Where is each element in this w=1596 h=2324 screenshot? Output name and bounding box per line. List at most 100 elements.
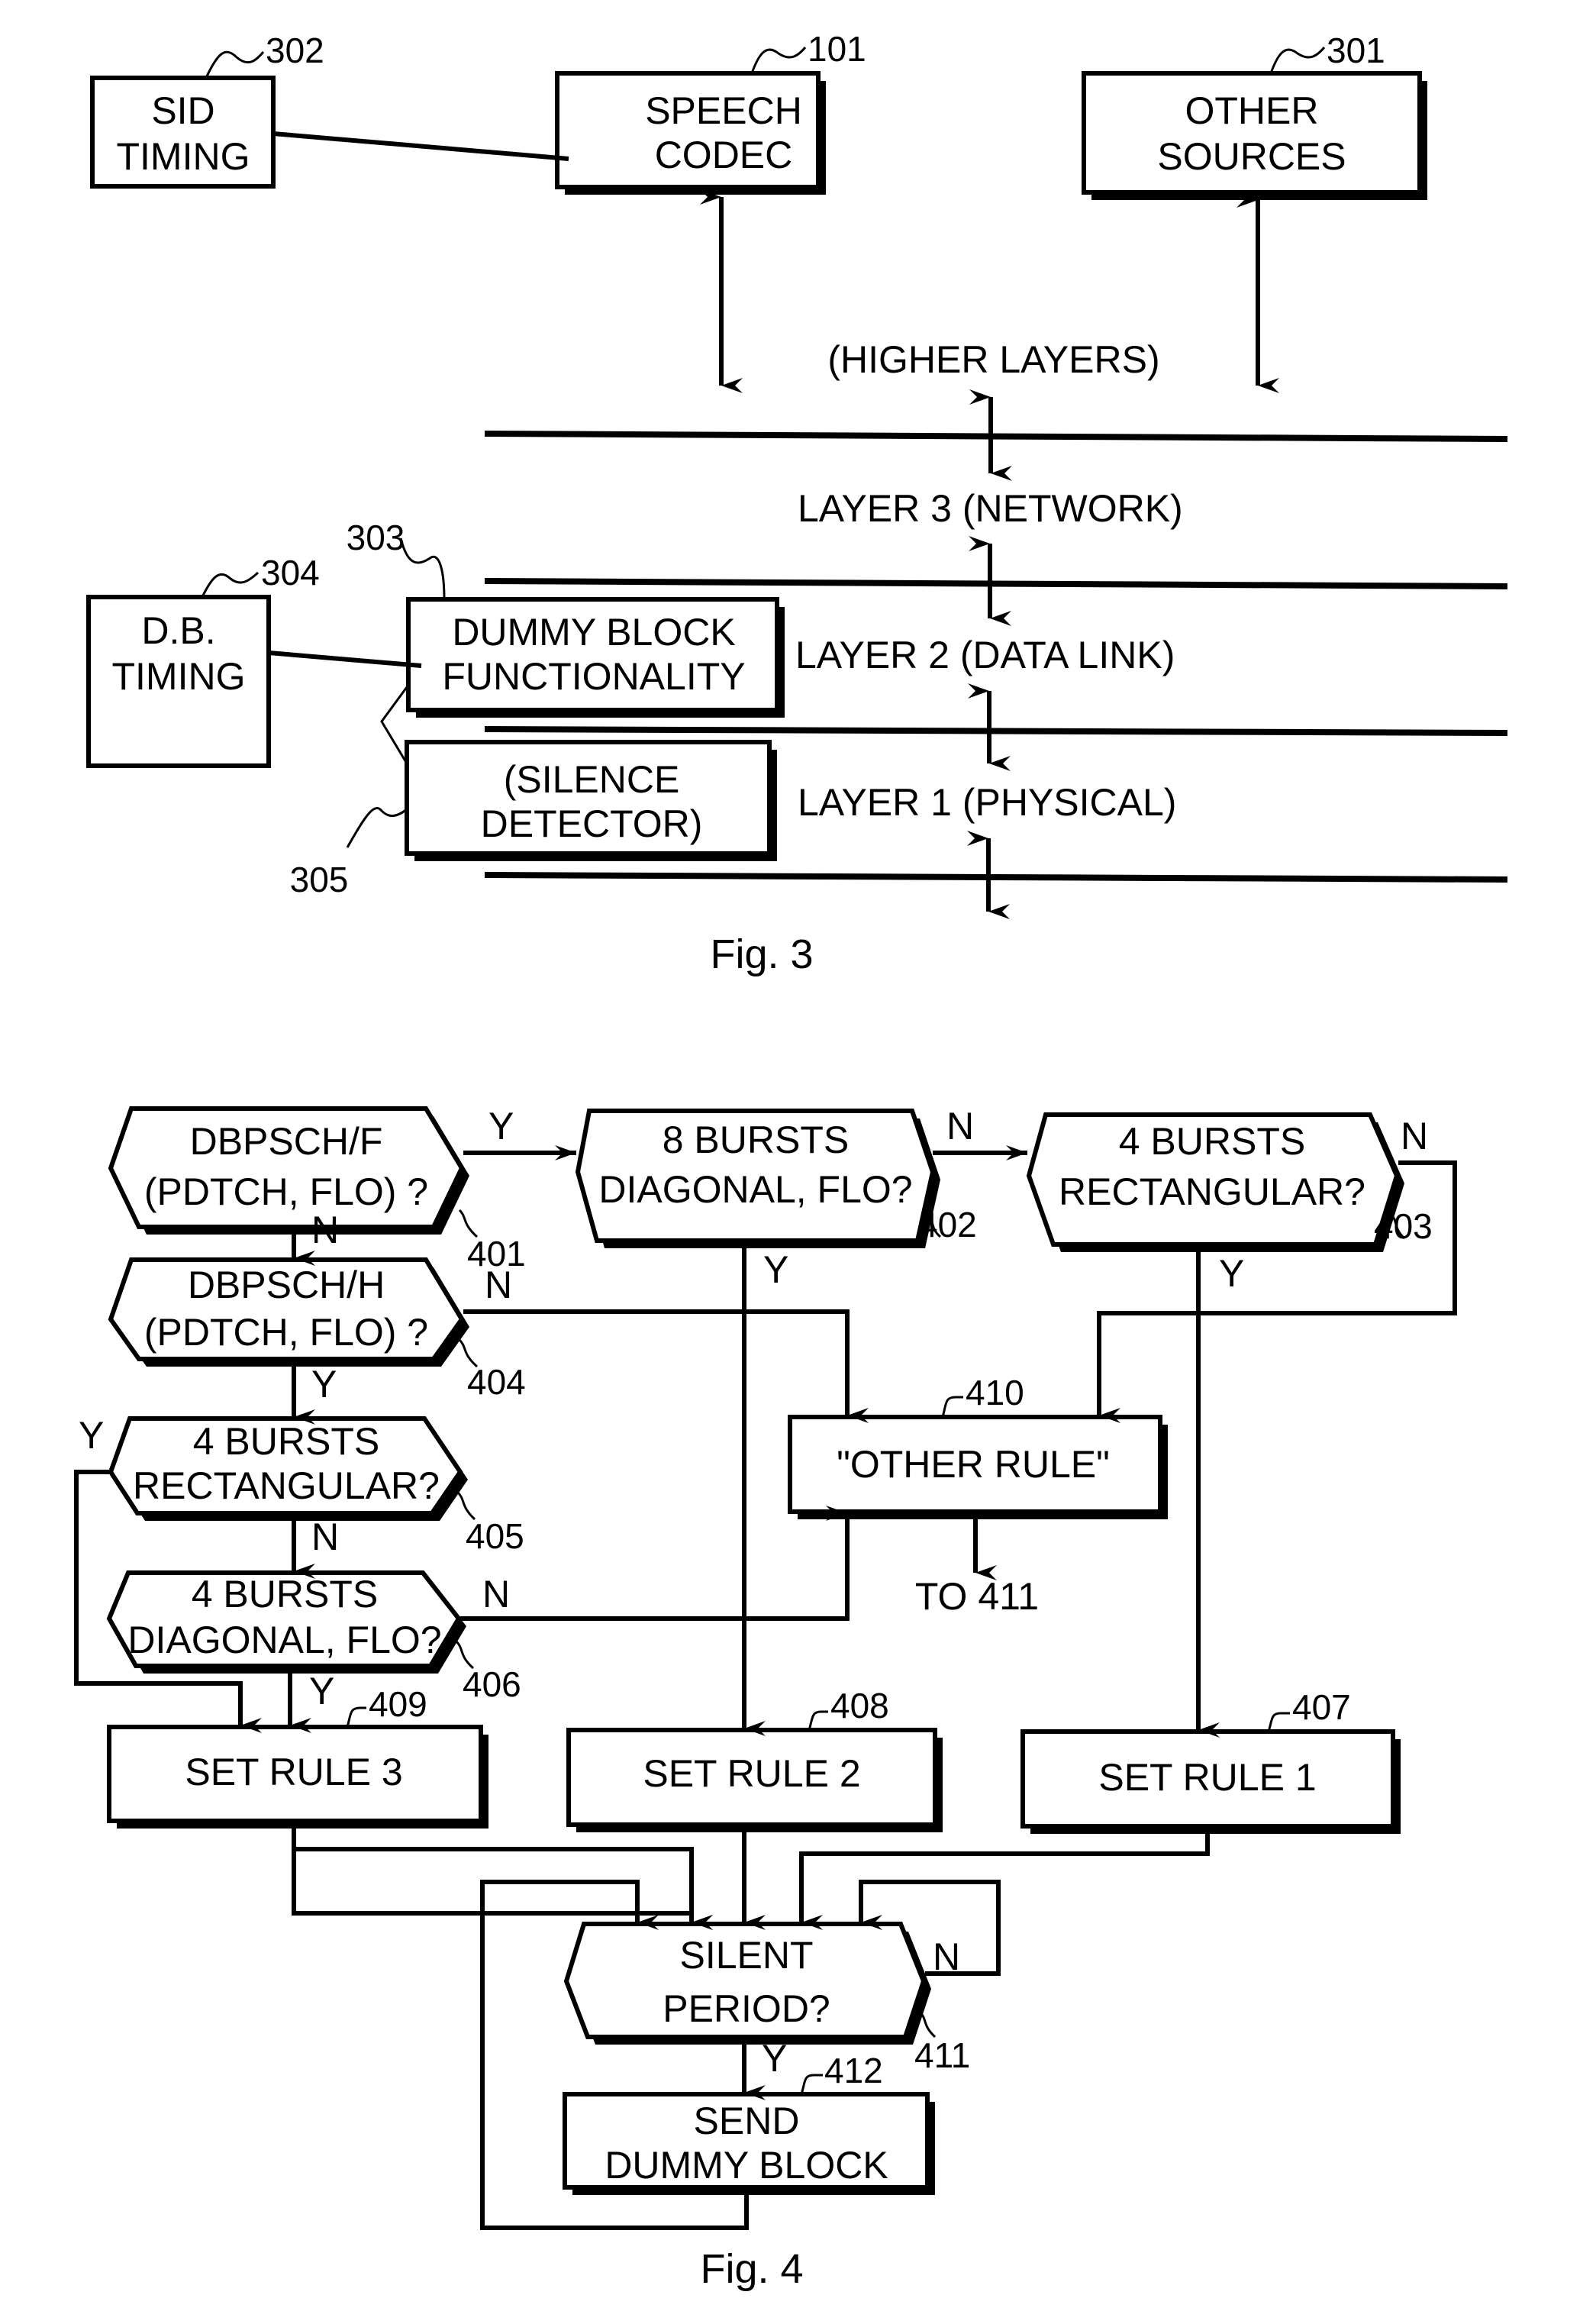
other-sources-block: OTHER SOURCES 301 xyxy=(1082,31,1427,200)
speech-codec-line2: CODEC xyxy=(655,134,793,176)
decision-402-line2: DIAGONAL, FLO? xyxy=(598,1168,912,1211)
layer-boundary-line xyxy=(484,431,1508,442)
process-408-label: SET RULE 2 xyxy=(643,1752,860,1795)
process-408-set-rule-2: SET RULE 2 408 xyxy=(566,1686,943,1832)
edge-label-yes: Y xyxy=(1219,1252,1244,1295)
silence-detector-line2: DETECTOR) xyxy=(481,802,703,845)
ref-leader xyxy=(800,2074,823,2095)
ref-leader xyxy=(750,47,807,74)
decision-403-line2: RECTANGULAR? xyxy=(1059,1170,1365,1213)
ref-leader xyxy=(346,807,408,848)
decision-402: 8 BURSTS DIAGONAL, FLO? 402 xyxy=(575,1109,977,1248)
ref-412: 412 xyxy=(824,2051,883,2090)
ref-leader xyxy=(456,1491,476,1521)
edge-label-no: N xyxy=(311,1515,339,1558)
process-407-set-rule-1: SET RULE 1 407 xyxy=(1020,1687,1401,1834)
decision-401-line1: DBPSCH/F xyxy=(190,1120,383,1163)
block-association-bracket xyxy=(380,686,408,764)
decision-401-line2: (PDTCH, FLO) ? xyxy=(144,1170,428,1213)
edge-label-yes: Y xyxy=(311,1363,337,1406)
ref-410: 410 xyxy=(966,1373,1024,1412)
speech-codec-line1: SPEECH xyxy=(645,89,802,132)
ref-303: 303 xyxy=(347,518,405,557)
edge-409-to-411-path xyxy=(292,1829,713,1930)
process-412-line1: SEND xyxy=(694,2100,800,2142)
ref-101: 101 xyxy=(808,29,866,69)
ref-403: 403 xyxy=(1374,1206,1433,1246)
db-timing-to-dummy-link xyxy=(268,650,422,668)
edge-label-no: N xyxy=(485,1264,512,1306)
db-timing-line1: D.B. xyxy=(141,609,215,652)
ref-leader xyxy=(808,1710,828,1731)
decision-411-line2: PERIOD? xyxy=(663,1987,830,2030)
ref-404: 404 xyxy=(467,1362,526,1402)
process-412-send-dummy-block: SEND DUMMY BLOCK 412 xyxy=(563,2051,935,2195)
process-409-label: SET RULE 3 xyxy=(185,1751,402,1793)
figure-3: SID TIMING 302 SPEECH CODEC 101 OTHER SO… xyxy=(86,29,1508,977)
decision-404-line2: (PDTCH, FLO) ? xyxy=(144,1311,428,1354)
layer-label-2: LAYER 2 (DATA LINK) xyxy=(795,634,1175,676)
ref-304: 304 xyxy=(261,553,320,592)
process-407-label: SET RULE 1 xyxy=(1098,1756,1316,1799)
edge-label-yes: Y xyxy=(309,1670,334,1712)
ref-301: 301 xyxy=(1327,31,1385,70)
ref-302: 302 xyxy=(266,31,324,70)
decision-405-line1: 4 BURSTS xyxy=(193,1420,380,1463)
edge-label-no: N xyxy=(946,1105,974,1147)
other-sources-line2: SOURCES xyxy=(1157,135,1346,178)
dummy-block-functionality-block: DUMMY BLOCK FUNCTIONALITY 303 xyxy=(347,518,785,718)
decision-404-line1: DBPSCH/H xyxy=(188,1264,385,1306)
layer-boundary-line xyxy=(484,578,1508,589)
layer-label-3: LAYER 3 (NETWORK) xyxy=(798,487,1183,530)
dummy-block-line2: FUNCTIONALITY xyxy=(442,655,745,698)
other-sources-line1: OTHER xyxy=(1185,89,1319,132)
layer-boundary-line xyxy=(484,872,1508,883)
figure-4: DBPSCH/F (PDTCH, FLO) ? 401 8 BURSTS DIA… xyxy=(74,1105,1457,2292)
sid-timing-line2: TIMING xyxy=(117,135,250,178)
decision-411-line1: SILENT xyxy=(679,1934,813,1977)
layer-label-higher: (HIGHER LAYERS) xyxy=(827,338,1159,381)
ref-305: 305 xyxy=(290,860,349,899)
ref-406: 406 xyxy=(463,1664,521,1704)
edge-label-yes: Y xyxy=(488,1105,514,1147)
layer-boundary-line xyxy=(484,726,1508,736)
decision-405-line2: RECTANGULAR? xyxy=(133,1464,440,1507)
process-410-label: "OTHER RULE" xyxy=(837,1443,1110,1486)
layer-label-1: LAYER 1 (PHYSICAL) xyxy=(798,781,1176,824)
process-412-line2: DUMMY BLOCK xyxy=(605,2144,888,2187)
db-timing-line2: TIMING xyxy=(112,655,246,698)
ref-leader xyxy=(1269,47,1326,74)
ref-leader xyxy=(201,571,260,598)
ref-leader xyxy=(1267,1712,1290,1732)
db-timing-block: D.B. TIMING 304 xyxy=(86,553,320,768)
edge-label-yes: Y xyxy=(763,1248,788,1291)
decision-402-line1: 8 BURSTS xyxy=(663,1118,850,1161)
edge-label-no: N xyxy=(482,1573,510,1616)
decision-406-line2: DIAGONAL, FLO? xyxy=(127,1619,441,1661)
edge-409-to-411 xyxy=(292,1829,694,1922)
ref-leader xyxy=(941,1396,963,1418)
sid-timing-line1: SID xyxy=(151,89,214,132)
figure-3-caption: Fig. 3 xyxy=(710,931,813,977)
speech-codec-block: SPEECH CODEC 101 xyxy=(555,29,866,195)
ref-408: 408 xyxy=(830,1686,889,1725)
ref-409: 409 xyxy=(369,1684,427,1724)
sid-to-codec-link xyxy=(272,131,569,161)
process-409-set-rule-3: SET RULE 3 409 xyxy=(107,1684,488,1829)
connector-to-411: TO 411 xyxy=(915,1575,1039,1618)
ref-leader xyxy=(458,1209,479,1238)
ref-leader xyxy=(346,1706,366,1728)
decision-403-line1: 4 BURSTS xyxy=(1119,1120,1306,1163)
decision-406-line1: 4 BURSTS xyxy=(192,1573,379,1616)
decision-403: 4 BURSTS RECTANGULAR? 403 xyxy=(1026,1112,1433,1252)
ref-411: 411 xyxy=(914,2035,970,2075)
ref-402: 402 xyxy=(918,1205,977,1244)
patent-figures: SID TIMING 302 SPEECH CODEC 101 OTHER SO… xyxy=(74,29,1508,2292)
figure-4-caption: Fig. 4 xyxy=(700,2246,803,2292)
edge-label-no: N xyxy=(933,1935,960,1978)
ref-leader xyxy=(399,537,446,600)
edge-label-yes: Y xyxy=(79,1414,104,1457)
ref-leader xyxy=(205,50,265,79)
ref-leader xyxy=(918,2010,937,2038)
edge-label-no: N xyxy=(311,1209,339,1251)
